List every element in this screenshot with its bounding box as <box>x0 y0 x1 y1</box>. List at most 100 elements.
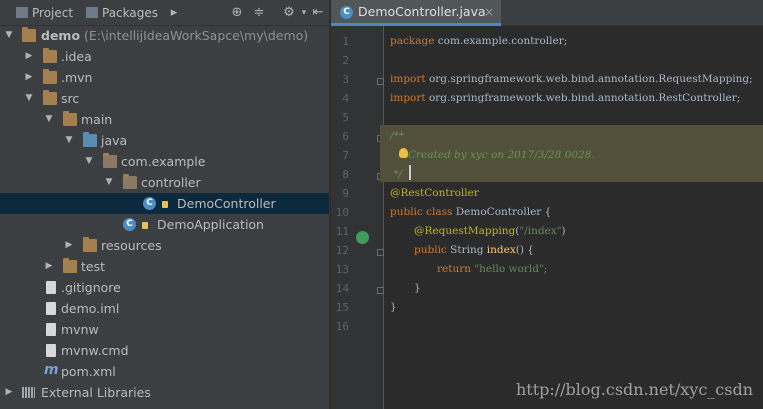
editor-tab-label: DemoController.java <box>358 4 486 19</box>
package-icon <box>123 174 137 189</box>
editor-tab-bar: C DemoController.java × <box>331 0 763 26</box>
collapsed-arrow-icon[interactable]: ▶ <box>4 382 14 403</box>
collapse-all-icon[interactable]: ≑ <box>251 5 267 21</box>
line-number: 10 <box>335 206 349 219</box>
line-number: 14 <box>335 282 349 295</box>
line-number: 2 <box>342 54 349 67</box>
settings-gear-icon[interactable]: ⚙ <box>281 5 297 21</box>
code-line: import org.springframework.web.bind.anno… <box>390 73 753 85</box>
scroll-from-source-icon[interactable]: ⊕ <box>229 5 245 21</box>
line-number: 8 <box>342 168 349 181</box>
tree-item-label: com.example <box>121 154 206 169</box>
file-icon <box>46 323 56 336</box>
fold-marker-icon[interactable] <box>377 287 384 294</box>
file-icon <box>46 281 56 294</box>
code-line: return "hello world"; <box>437 263 548 275</box>
folder-icon <box>43 48 57 63</box>
line-number-gutter: 1 2 3 4 5 6 7 8 9 10 11 12 13 14 15 16 <box>331 26 384 409</box>
folder-icon <box>63 258 77 273</box>
code-line: import org.springframework.web.bind.anno… <box>390 92 741 104</box>
library-icon <box>22 387 35 398</box>
fold-marker-icon[interactable] <box>377 249 384 256</box>
tree-item-main[interactable]: ▼ main <box>0 109 329 130</box>
line-number: 12 <box>335 244 349 257</box>
code-line: */ <box>390 168 403 180</box>
tree-item-external-libraries[interactable]: ▶ External Libraries <box>0 382 329 403</box>
tree-item-pom-xml[interactable]: m pom.xml <box>0 361 329 382</box>
hide-panel-icon[interactable]: ⇤ <box>310 5 326 21</box>
packages-icon <box>86 7 98 18</box>
tree-item-demoapplication[interactable]: C DemoApplication <box>0 214 329 235</box>
project-toolbar: Project Packages ▸ ⊕ ≑ ⚙ ▾ ⇤ <box>0 0 329 26</box>
code-area[interactable]: package com.example.controller; import o… <box>390 26 763 409</box>
tree-item-mvn[interactable]: ▶ .mvn <box>0 67 329 88</box>
tree-item-controller[interactable]: ▼ controller <box>0 172 329 193</box>
expanded-arrow-icon[interactable]: ▼ <box>44 109 54 130</box>
source-folder-icon <box>83 132 97 147</box>
folder-icon <box>43 90 57 105</box>
file-icon <box>46 344 56 357</box>
code-line: public class DemoController { <box>390 206 552 218</box>
tree-item-resources[interactable]: ▶ resources <box>0 235 329 256</box>
tree-item-label: demo.iml <box>61 301 120 316</box>
tree-item-mvnw[interactable]: mvnw <box>0 319 329 340</box>
watermark: http://blog.csdn.net/xyc_csdn <box>515 380 753 399</box>
code-line: Created by xyc on 2017/3/28 0028. <box>408 149 595 161</box>
tree-item-label: test <box>81 259 106 274</box>
tree-item-src[interactable]: ▼ src <box>0 88 329 109</box>
collapsed-arrow-icon[interactable]: ▶ <box>44 256 54 277</box>
tree-item-idea[interactable]: ▶ .idea <box>0 46 329 67</box>
editor-panel: C DemoController.java × 1 2 3 4 5 6 7 8 … <box>331 0 763 409</box>
line-number: 11 <box>335 225 349 238</box>
tree-item-test[interactable]: ▶ test <box>0 256 329 277</box>
tree-item-label: pom.xml <box>61 364 116 379</box>
code-line: } <box>390 301 397 313</box>
expanded-arrow-icon[interactable]: ▼ <box>84 151 94 172</box>
collapsed-arrow-icon[interactable]: ▶ <box>24 67 34 88</box>
tree-item-mvnw-cmd[interactable]: mvnw.cmd <box>0 340 329 361</box>
expanded-arrow-icon[interactable]: ▼ <box>24 88 34 109</box>
iml-file-icon <box>46 302 56 315</box>
expanded-arrow-icon[interactable]: ▼ <box>4 25 14 46</box>
spring-bean-gutter-icon[interactable] <box>356 231 369 244</box>
expanded-arrow-icon[interactable]: ▼ <box>104 172 114 193</box>
module-path: (E:\intellijIdeaWorkSapce\my\demo) <box>84 28 309 43</box>
expanded-arrow-icon[interactable]: ▼ <box>64 130 74 151</box>
line-number: 7 <box>342 149 349 162</box>
tree-item-gitignore[interactable]: .gitignore <box>0 277 329 298</box>
tree-item-label: controller <box>141 175 201 190</box>
tree-item-label: java <box>101 133 128 148</box>
collapsed-arrow-icon[interactable]: ▶ <box>64 235 74 256</box>
line-number: 5 <box>342 111 349 124</box>
tree-item-com-example[interactable]: ▼ com.example <box>0 151 329 172</box>
tree-item-democontroller[interactable]: C DemoController <box>0 193 329 214</box>
collapsed-arrow-icon[interactable]: ▶ <box>24 46 34 67</box>
spring-boot-class-icon: C <box>123 218 136 231</box>
project-panel: Project Packages ▸ ⊕ ≑ ⚙ ▾ ⇤ ▼ demo (E:\… <box>0 0 329 409</box>
line-number: 16 <box>335 320 349 333</box>
resources-folder-icon <box>83 237 97 252</box>
tree-item-label: main <box>81 112 113 127</box>
code-line: public String index() { <box>414 244 534 256</box>
tree-item-java[interactable]: ▼ java <box>0 130 329 151</box>
tree-item-label: .mvn <box>61 70 93 85</box>
tree-item-demo[interactable]: ▼ demo (E:\intellijIdeaWorkSapce\my\demo… <box>0 25 329 46</box>
tree-item-label: DemoController <box>177 196 276 211</box>
project-icon <box>16 7 28 18</box>
code-line: @RestController <box>390 187 479 199</box>
class-icon: C <box>340 6 353 19</box>
line-number: 1 <box>342 35 349 48</box>
tab-democontroller-java[interactable]: C DemoController.java × <box>331 0 501 26</box>
line-number: 6 <box>342 130 349 143</box>
code-line: @RequestMapping("/index") <box>414 225 566 237</box>
tree-item-demo-iml[interactable]: demo.iml <box>0 298 329 319</box>
close-tab-icon[interactable]: × <box>484 0 494 24</box>
tree-item-label: .gitignore <box>61 280 121 295</box>
line-number: 15 <box>335 301 349 314</box>
more-tabs-arrow-icon[interactable]: ▸ <box>166 5 182 21</box>
folder-icon <box>63 111 77 126</box>
class-icon: C <box>143 197 156 210</box>
tree-item-label: DemoApplication <box>157 217 264 232</box>
fold-marker-icon[interactable] <box>377 78 384 85</box>
line-number: 4 <box>342 92 349 105</box>
